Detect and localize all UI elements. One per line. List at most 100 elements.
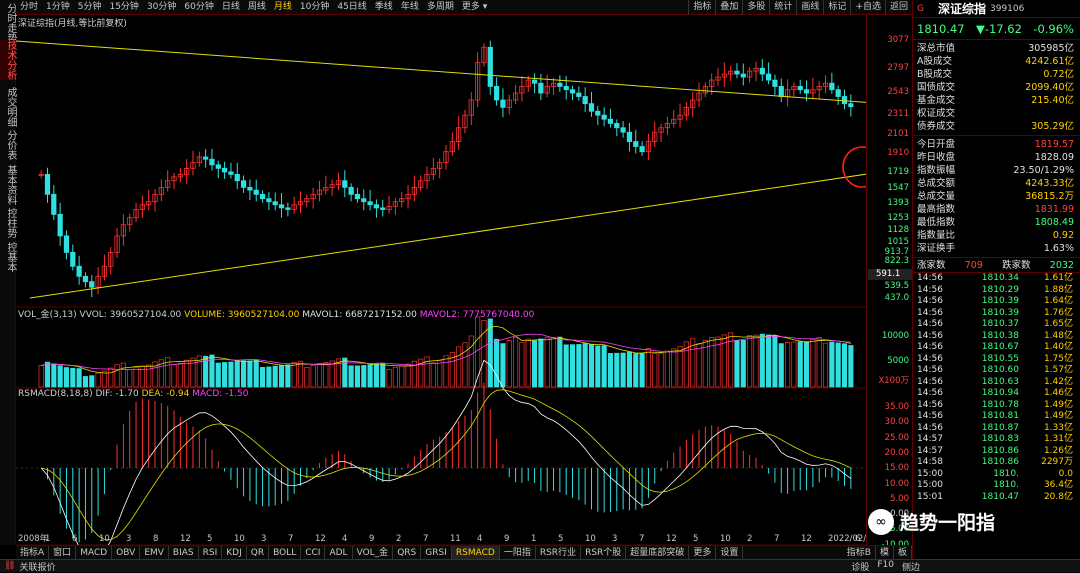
sidebar-item-3[interactable]: 分价表	[0, 130, 16, 160]
indicator-tab-16[interactable]: 一阳指	[500, 545, 536, 560]
volume-bar	[557, 336, 563, 388]
status-item-2[interactable]: 侧边	[902, 560, 920, 573]
sidebar-item-2[interactable]: 成交明细	[0, 87, 16, 127]
x-label-6: 12	[180, 534, 191, 544]
indicator-tab-18[interactable]: RSR个股	[581, 545, 627, 560]
candle	[462, 109, 468, 134]
period-tab-11[interactable]: 季线	[371, 0, 397, 15]
tool-button-2[interactable]: 多股	[742, 0, 769, 15]
indicator-tab-10[interactable]: CCI	[301, 545, 326, 560]
vol-tick-0: 10000	[881, 331, 909, 341]
volume-bar	[753, 334, 759, 388]
tool-button-5[interactable]: 标记	[823, 0, 850, 15]
tool-button-3[interactable]: 统计	[769, 0, 796, 15]
period-tab-14[interactable]: 更多 ▾	[458, 0, 491, 15]
tool-button-1[interactable]: 叠加	[715, 0, 742, 15]
tool-button-0[interactable]: 指标	[688, 0, 715, 15]
chart-area[interactable]: 2008年1 6 10 3 8 12 5 10 3 7 12 4 9 2 7 11 4 9 1 5 10 3 7 12 5 10 2…	[16, 15, 866, 545]
indicator-tab-6[interactable]: RSI	[199, 545, 223, 560]
indicator-tab-5[interactable]: BIAS	[169, 545, 199, 560]
period-tab-6[interactable]: 日线	[218, 0, 244, 15]
period-tab-8[interactable]: 月线	[270, 0, 296, 15]
volume-bar	[38, 365, 44, 388]
tick-amount-5: 1.48亿	[1043, 330, 1073, 341]
indicator-right-2[interactable]: 板	[894, 545, 912, 560]
stats2-row-3: 总成交额 4243.33亿	[913, 177, 1080, 190]
tick-amount-10: 1.46亿	[1043, 388, 1073, 398]
volume-bar	[354, 365, 361, 388]
x-label-21: 10	[585, 534, 596, 544]
stats1-label-5: 权证成交	[917, 108, 956, 119]
volume-bar	[392, 366, 398, 388]
y-tick-10: 1128	[887, 225, 909, 235]
volume-bar	[810, 339, 816, 388]
indicator-tab-20[interactable]: 更多	[689, 545, 717, 560]
indicator-right-1[interactable]: 模	[876, 545, 894, 560]
candle	[329, 179, 335, 196]
volume-legend: VOL_金(3,13) VVOL: 3960527104.00 VOLUME: …	[18, 307, 534, 320]
indicator-tab-13[interactable]: QRS	[393, 545, 422, 560]
period-tab-2[interactable]: 5分钟	[74, 0, 106, 15]
volume-bar	[494, 338, 500, 388]
volume-bar	[595, 345, 601, 388]
status-item-1[interactable]: F10	[877, 560, 894, 573]
indicator-tab-4[interactable]: EMV	[140, 545, 169, 560]
period-tab-10[interactable]: 45日线	[333, 0, 370, 15]
indicator-tab-3[interactable]: OBV	[112, 545, 141, 560]
sidebar-item-0[interactable]: 分时走势	[0, 3, 16, 43]
vol-mavol1: MAVOL1: 6687217152.00	[302, 310, 417, 320]
tick-amount-17: 0.0	[1058, 468, 1073, 479]
top-toolbar: 分时 1分钟 5分钟 15分钟 30分钟 60分钟 日线 周线 月线 10分钟 45日线 季线 年线 多周…	[16, 0, 912, 15]
indicator-tab-14[interactable]: GRSI	[421, 545, 452, 560]
candle	[588, 91, 595, 117]
candle	[740, 63, 746, 86]
candle	[753, 61, 759, 81]
tool-button-6[interactable]: +自选	[850, 0, 885, 15]
period-tab-1[interactable]: 1分钟	[42, 0, 74, 15]
indicator-tab-9[interactable]: BOLL	[269, 545, 302, 560]
period-tab-7[interactable]: 周线	[244, 0, 270, 15]
candle	[576, 86, 582, 101]
indicator-right-0[interactable]: 指标B	[843, 545, 876, 560]
period-tab-4[interactable]: 30分钟	[143, 0, 180, 15]
period-tab-9[interactable]: 10分钟	[296, 0, 333, 15]
indicator-tab-11[interactable]: ADL	[325, 545, 353, 560]
sidebar-item-5[interactable]: 控柱势	[0, 208, 16, 238]
indicator-tab-21[interactable]: 设置	[716, 545, 744, 560]
vol-tick-2: X100万	[878, 376, 909, 386]
y-tick-2: 2543	[887, 87, 909, 97]
period-tab-0[interactable]: 分时	[16, 0, 42, 15]
volume-bar	[645, 348, 651, 388]
stats2-value-5: 1831.99	[1034, 204, 1074, 215]
period-tab-3[interactable]: 15分钟	[105, 0, 142, 15]
sidebar-item-1[interactable]: 技术分析	[0, 40, 16, 80]
sidebar-item-4[interactable]: 基本资料	[0, 165, 16, 205]
candle	[506, 94, 512, 115]
indicator-tab-19[interactable]: 超量底部突破	[626, 545, 690, 560]
period-tab-13[interactable]: 多周期	[423, 0, 458, 15]
tick-time-9: 14:56	[917, 376, 943, 387]
indicator-tab-1[interactable]: 窗口	[49, 545, 77, 560]
indicator-tab-17[interactable]: RSR行业	[536, 545, 582, 560]
indicator-tab-7[interactable]: KDJ	[222, 545, 247, 560]
period-tab-12[interactable]: 年线	[397, 0, 423, 15]
indicator-tab-12[interactable]: VOL_金	[353, 545, 394, 560]
candle	[101, 254, 108, 281]
up-count-label: 涨家数	[917, 260, 946, 271]
candle	[601, 107, 607, 127]
indicator-tab-8[interactable]: QR	[247, 545, 270, 560]
x-label-12: 4	[342, 534, 347, 544]
candle	[765, 62, 772, 85]
tick-list[interactable]: 14:56 1810.34 1.61亿 14:56 1810.29 1.88亿 14:56 1…	[913, 273, 1080, 503]
status-item-0[interactable]: 诊股	[851, 560, 869, 573]
indicator-tab-2[interactable]: MACD	[76, 545, 113, 560]
stats2-label-3: 总成交额	[917, 178, 956, 189]
stats1-row-6: 债券成交 305.29亿	[913, 120, 1080, 133]
period-tab-5[interactable]: 60分钟	[180, 0, 217, 15]
tool-button-7[interactable]: 返回	[884, 0, 912, 15]
indicator-tab-15[interactable]: RSMACD	[451, 545, 500, 560]
volume-bar	[696, 343, 702, 388]
sidebar-item-6[interactable]: 控基本	[0, 242, 16, 272]
indicator-tab-0[interactable]: 指标A	[16, 545, 50, 560]
tool-button-4[interactable]: 画线	[796, 0, 823, 15]
